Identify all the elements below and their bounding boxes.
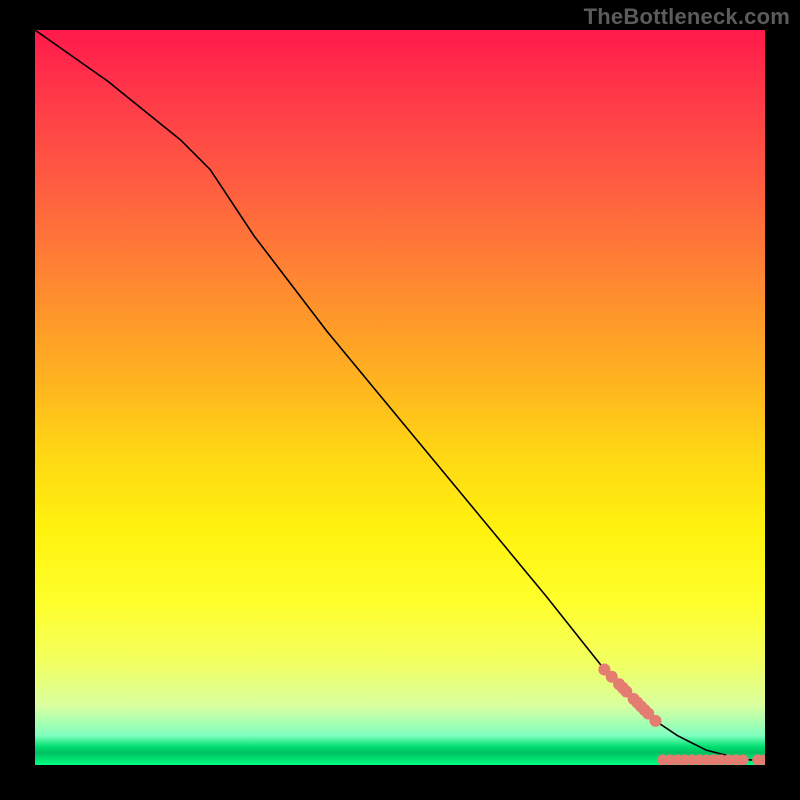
- chart-overlay: [35, 30, 765, 765]
- chart-frame: TheBottleneck.com: [0, 0, 800, 800]
- data-point: [738, 754, 749, 765]
- scatter-upper: [598, 664, 661, 727]
- data-point: [650, 715, 662, 727]
- attribution-label: TheBottleneck.com: [584, 4, 790, 30]
- curve-line: [35, 30, 765, 760]
